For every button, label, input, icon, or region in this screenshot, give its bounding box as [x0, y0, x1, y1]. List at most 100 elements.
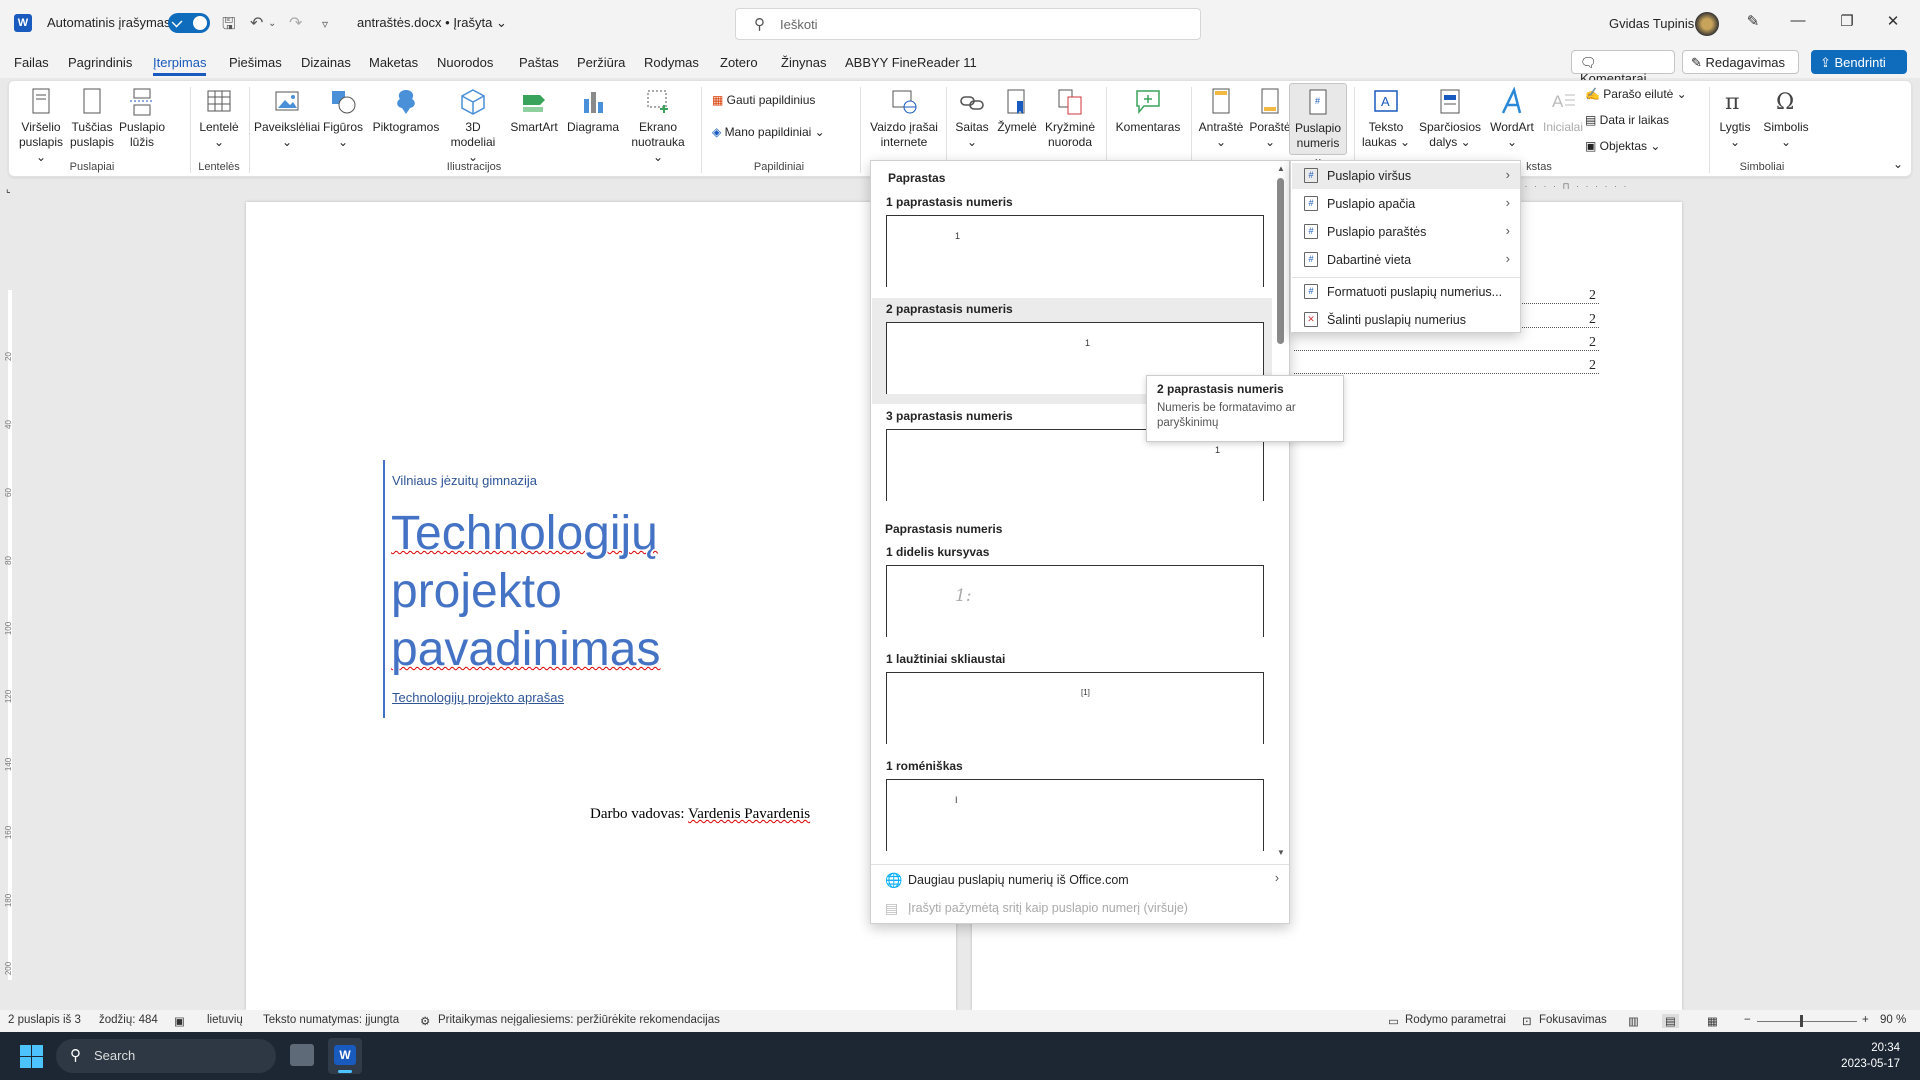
- tab-abbyy[interactable]: ABBYY FineReader 11: [845, 55, 977, 70]
- tab-insert[interactable]: Įterpimas: [153, 55, 207, 76]
- pictures-button[interactable]: Paveikslėliai ⌄: [254, 87, 320, 150]
- tab-draw[interactable]: Piešimas: [229, 55, 282, 70]
- menu-item-bottom-of-page[interactable]: # Puslapio apačia ›: [1292, 191, 1520, 217]
- link-button[interactable]: Saitas ⌄: [951, 87, 993, 150]
- tab-review[interactable]: Peržiūra: [577, 55, 625, 70]
- date-time-button[interactable]: ▤ Data ir laikas: [1585, 113, 1705, 128]
- document-title[interactable]: antraštės.docx • Įrašyta ⌄: [357, 15, 507, 31]
- focus-button[interactable]: Fokusavimas: [1539, 1014, 1607, 1026]
- school-name[interactable]: Vilniaus jėzuitų gimnazija: [392, 473, 537, 488]
- comment-button[interactable]: Komentaras: [1111, 87, 1185, 135]
- customize-qat-icon[interactable]: ▿: [322, 17, 328, 31]
- tab-view[interactable]: Rodymas: [644, 55, 699, 70]
- bookmark-button[interactable]: Žymelė: [995, 87, 1039, 135]
- my-addins-button[interactable]: ◈ Mano papildiniai ⌄: [712, 125, 850, 140]
- gallery-item-roman[interactable]: 1 roméniškas I: [871, 755, 1274, 859]
- drop-cap-button[interactable]: A Inicialai: [1539, 87, 1587, 135]
- undo-icon[interactable]: ↶: [250, 13, 263, 33]
- cover-page-button[interactable]: Viršelio puslapis ⌄: [17, 87, 65, 165]
- scroll-up-icon[interactable]: ▲: [1277, 164, 1285, 173]
- tab-home[interactable]: Pagrindinis: [68, 55, 132, 70]
- tab-mailings[interactable]: Paštas: [519, 55, 559, 70]
- menu-item-page-margins[interactable]: # Puslapio paraštės ›: [1292, 219, 1520, 245]
- tab-selector-icon[interactable]: ⌞: [6, 184, 11, 195]
- file-explorer-icon[interactable]: [290, 1044, 314, 1066]
- smartart-button[interactable]: SmartArt: [509, 87, 559, 135]
- display-settings-button[interactable]: Rodymo parametrai: [1405, 1014, 1506, 1026]
- icons-button[interactable]: Piktogramos: [370, 87, 442, 135]
- redo-icon[interactable]: ↷: [289, 13, 302, 33]
- screenshot-button[interactable]: Ekrano nuotrauka ⌄: [627, 87, 689, 165]
- pen-icon[interactable]: ✎: [1738, 12, 1768, 30]
- zoom-out-icon[interactable]: −: [1744, 1014, 1751, 1026]
- equation-button[interactable]: π Lygtis ⌄: [1712, 87, 1758, 150]
- cover-subtitle[interactable]: Technologijų projekto aprašas: [392, 690, 564, 705]
- menu-item-format-page-numbers[interactable]: # Formatuoti puslapių numerius...: [1292, 279, 1520, 305]
- language-indicator[interactable]: lietuvių: [207, 1014, 243, 1026]
- menu-item-top-of-page[interactable]: # Puslapio viršus ›: [1292, 163, 1520, 189]
- online-video-button[interactable]: Vaizdo įrašai internete: [866, 87, 942, 150]
- web-layout-icon[interactable]: ▦: [1707, 1014, 1718, 1028]
- zoom-in-icon[interactable]: +: [1862, 1014, 1869, 1026]
- proofing-icon[interactable]: ▣: [174, 1014, 185, 1028]
- tab-help[interactable]: Žinynas: [781, 55, 827, 70]
- signature-line-button[interactable]: ✍ Parašo eilutė ⌄: [1585, 87, 1705, 102]
- search-box[interactable]: ⚲ Ieškoti: [735, 8, 1201, 40]
- chart-button[interactable]: Diagrama: [564, 87, 622, 135]
- cover-title[interactable]: Technologijų projekto pavadinimas: [391, 505, 691, 679]
- get-addins-button[interactable]: ▦ Gauti papildinius: [712, 93, 822, 108]
- autosave-toggle[interactable]: [168, 13, 210, 33]
- blank-page-button[interactable]: Tuščias puslapis: [69, 87, 115, 150]
- tab-references[interactable]: Nuorodos: [437, 55, 493, 70]
- more-page-numbers-link[interactable]: 🌐 Daugiau puslapių numerių iš Office.com…: [871, 866, 1289, 894]
- text-box-button[interactable]: A Teksto laukas ⌄: [1361, 87, 1411, 150]
- gallery-scroll-thumb[interactable]: [1277, 178, 1284, 344]
- footer-button[interactable]: Poraštė ⌄: [1247, 87, 1293, 150]
- tab-design[interactable]: Dizainas: [301, 55, 351, 70]
- editing-mode-button[interactable]: ✎ Redagavimas ⌄: [1682, 50, 1799, 86]
- taskbar-search[interactable]: ⚲ Search: [56, 1039, 276, 1073]
- tab-layout[interactable]: Maketas: [369, 55, 418, 70]
- tab-zotero[interactable]: Zotero: [720, 55, 758, 70]
- quick-parts-button[interactable]: Sparčiosios dalys ⌄: [1415, 87, 1485, 150]
- shapes-button[interactable]: Figūros ⌄: [322, 87, 364, 150]
- symbol-button[interactable]: Ω Simbolis ⌄: [1760, 87, 1812, 150]
- word-count[interactable]: žodžių: 484: [99, 1014, 158, 1026]
- accessibility-status[interactable]: Pritaikymas neįgaliesiems: peržiūrėkite …: [438, 1014, 720, 1026]
- page-break-button[interactable]: Puslapio lūžis: [119, 87, 165, 150]
- user-name[interactable]: Gvidas Tupinis: [1609, 16, 1694, 31]
- supervisor-line[interactable]: Darbo vadovas: Vardenis Pavardenis: [590, 806, 810, 823]
- zoom-slider[interactable]: [1757, 1021, 1857, 1022]
- gallery-item-brackets[interactable]: 1 laužtiniai skliaustai [1]: [871, 648, 1274, 752]
- avatar[interactable]: [1695, 12, 1719, 36]
- restore-icon[interactable]: ❐: [1832, 12, 1862, 30]
- text-prediction-status[interactable]: Teksto numatymas: įjungta: [263, 1014, 399, 1026]
- windows-start-icon[interactable]: [20, 1045, 43, 1068]
- 3d-models-button[interactable]: 3D modeliai ⌄: [447, 87, 499, 165]
- page-number-button[interactable]: # Puslapio numeris ⌄: [1289, 83, 1347, 165]
- zoom-level[interactable]: 90 %: [1880, 1014, 1906, 1026]
- comments-button[interactable]: 🗨 Komentarai: [1571, 50, 1675, 86]
- minimize-icon[interactable]: —: [1783, 12, 1813, 29]
- wordart-button[interactable]: WordArt ⌄: [1487, 87, 1537, 150]
- tab-file[interactable]: Failas: [14, 55, 49, 70]
- object-button[interactable]: ▣ Objektas ⌄: [1585, 139, 1705, 154]
- save-icon[interactable]: 🖫: [222, 13, 236, 40]
- scroll-down-icon[interactable]: ▼: [1277, 848, 1285, 857]
- taskbar-clock[interactable]: 20:34 2023-05-17: [1820, 1040, 1900, 1072]
- save-selection-item[interactable]: ▤ Įrašyti pažymėtą sritį kaip puslapio n…: [871, 894, 1289, 922]
- collapse-ribbon-icon[interactable]: ⌄: [1891, 157, 1905, 172]
- menu-item-current-position[interactable]: # Dabartinė vieta ›: [1292, 247, 1520, 273]
- word-taskbar-button[interactable]: W: [328, 1038, 362, 1074]
- share-button[interactable]: ⇪ Bendrinti ⌄: [1811, 50, 1907, 86]
- zoom-slider-thumb[interactable]: [1800, 1015, 1803, 1027]
- table-button[interactable]: Lentelė ⌄: [195, 87, 243, 150]
- read-mode-icon[interactable]: ▥: [1628, 1014, 1639, 1028]
- menu-item-remove-page-numbers[interactable]: ✕ Šalinti puslapių numerius: [1292, 307, 1520, 333]
- close-icon[interactable]: ✕: [1878, 12, 1908, 30]
- gallery-item-large-italic[interactable]: 1 didelis kursyvas 1:: [871, 541, 1274, 645]
- print-layout-icon[interactable]: ▤: [1662, 1014, 1679, 1028]
- cross-reference-button[interactable]: Kryžminė nuoroda: [1041, 87, 1099, 150]
- gallery-item-plain-1[interactable]: 1 paprastasis numeris 1: [871, 191, 1274, 295]
- header-button[interactable]: Antraštė ⌄: [1197, 87, 1245, 150]
